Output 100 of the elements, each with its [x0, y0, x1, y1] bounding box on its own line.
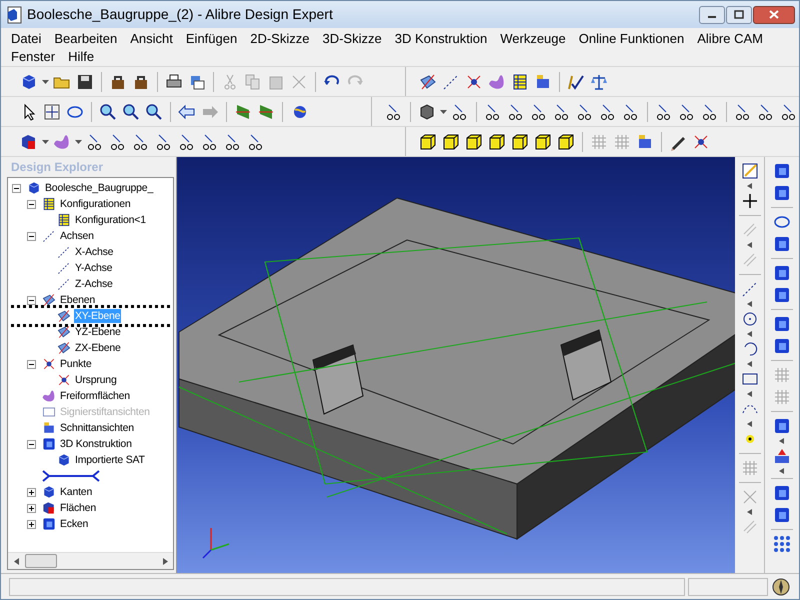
view-cube-icon[interactable]: [418, 132, 438, 152]
dashed-line-icon[interactable]: [56, 244, 72, 260]
dashed-line-icon[interactable]: [56, 276, 72, 292]
menu-item[interactable]: Ansicht: [130, 30, 173, 48]
tree-item[interactable]: Importierte SAT: [74, 453, 146, 467]
3d-viewport[interactable]: [177, 157, 735, 573]
tree-item[interactable]: Konfigurationen: [59, 197, 132, 211]
view-cube-icon[interactable]: [441, 132, 461, 152]
collapse-icon[interactable]: [27, 200, 36, 208]
tree-item[interactable]: Flächen: [59, 501, 97, 515]
tree-item[interactable]: Ecken: [59, 517, 90, 531]
maximize-button[interactable]: [726, 6, 752, 24]
dropdown-caret-icon[interactable]: [746, 361, 752, 367]
dropdown-caret-icon[interactable]: [779, 438, 785, 444]
tree-item[interactable]: Kanten: [59, 485, 94, 499]
dropdown-caret-icon[interactable]: [746, 301, 752, 307]
menu-item[interactable]: Bearbeiten: [54, 30, 118, 48]
tree-item[interactable]: Punkte: [59, 357, 92, 371]
cube-icon[interactable]: [26, 180, 42, 196]
solid-box-icon[interactable]: [772, 285, 792, 305]
dropdown-caret-icon[interactable]: [779, 468, 785, 474]
dropdown-caret-icon[interactable]: [42, 80, 49, 84]
dropdown-caret-icon[interactable]: [746, 391, 752, 397]
cube-icon[interactable]: [41, 484, 57, 500]
sketch-icon[interactable]: [740, 161, 760, 181]
tree-item[interactable]: 3D Konstruktion: [59, 437, 133, 451]
plane-icon[interactable]: [56, 308, 72, 324]
minimize-button[interactable]: [699, 6, 725, 24]
menu-item[interactable]: Datei: [11, 30, 42, 48]
menu-item[interactable]: 3D-Skizze: [322, 30, 382, 48]
solid-box-icon[interactable]: [772, 336, 792, 356]
point-icon[interactable]: [56, 372, 72, 388]
dropdown-caret-icon[interactable]: [746, 509, 752, 515]
solid-box-icon[interactable]: [772, 263, 792, 283]
dropdown-caret-icon[interactable]: [746, 242, 752, 248]
tree-item[interactable]: Y-Achse: [74, 261, 114, 275]
plane-icon[interactable]: [41, 292, 57, 308]
menu-item[interactable]: Einfügen: [186, 30, 238, 48]
expand-icon[interactable]: [27, 520, 36, 528]
view-cube-icon[interactable]: [464, 132, 484, 152]
menu-item[interactable]: 3D Konstruktion: [394, 30, 488, 48]
magnifier-icon[interactable]: [98, 102, 118, 122]
dashed-line-icon[interactable]: [56, 260, 72, 276]
solid-box-icon[interactable]: [41, 516, 57, 532]
dropdown-caret-icon[interactable]: [746, 421, 752, 427]
point-icon[interactable]: [41, 356, 57, 372]
solid-box-icon[interactable]: [772, 416, 792, 436]
magnifier-icon[interactable]: [144, 102, 164, 122]
tree-item[interactable]: Achsen: [59, 229, 95, 243]
solid-box-icon[interactable]: [772, 183, 792, 203]
solid-box-icon[interactable]: [772, 161, 792, 181]
dropdown-caret-icon[interactable]: [42, 140, 49, 144]
tree-item[interactable]: X-Achse: [74, 245, 114, 259]
dropdown-caret-icon[interactable]: [440, 110, 447, 114]
tree-item[interactable]: Freiformflächen: [59, 389, 131, 403]
view-cube-icon[interactable]: [533, 132, 553, 152]
tree-item[interactable]: Ebenen: [59, 293, 96, 307]
section-view-icon[interactable]: [41, 420, 57, 436]
solid-box-icon[interactable]: [772, 314, 792, 334]
collapse-icon[interactable]: [27, 232, 36, 240]
menu-item[interactable]: Hilfe: [68, 48, 94, 66]
tree-item[interactable]: Schnittansichten: [59, 421, 135, 435]
expand-icon[interactable]: [27, 504, 36, 512]
menu-item[interactable]: Online Funktionen: [578, 30, 684, 48]
dropdown-caret-icon[interactable]: [75, 140, 82, 144]
scrollbar-thumb[interactable]: [25, 554, 57, 568]
tree-item[interactable]: Ursprung: [74, 373, 118, 387]
cube-icon[interactable]: [41, 500, 57, 516]
solid-box-icon[interactable]: [772, 234, 792, 254]
pan-icon[interactable]: [42, 102, 62, 122]
collapse-icon[interactable]: [12, 184, 21, 192]
close-button[interactable]: [753, 6, 795, 24]
tree-item[interactable]: YZ-Ebene: [74, 325, 122, 339]
dropdown-caret-icon[interactable]: [746, 183, 752, 189]
menu-item[interactable]: 2D-Skizze: [250, 30, 310, 48]
solid-box-icon[interactable]: [41, 436, 57, 452]
expand-icon[interactable]: [27, 488, 36, 496]
collapse-icon[interactable]: [27, 440, 36, 448]
table-icon[interactable]: [56, 212, 72, 228]
dot-grid-icon[interactable]: [772, 534, 792, 554]
solid-box-icon[interactable]: [772, 483, 792, 503]
plane-icon[interactable]: [56, 340, 72, 356]
tree-item[interactable]: ZX-Ebene: [74, 341, 122, 355]
tree-item[interactable]: Boolesche_Baugruppe_: [44, 181, 154, 195]
magnifier-icon[interactable]: [121, 102, 141, 122]
freeform-surface-icon[interactable]: [41, 388, 57, 404]
table-icon[interactable]: [41, 196, 57, 212]
menu-item[interactable]: Fenster: [11, 48, 56, 66]
plane-icon[interactable]: [56, 324, 72, 340]
tree-item[interactable]: Z-Achse: [74, 277, 114, 291]
cube-icon[interactable]: [56, 452, 72, 468]
collapse-icon[interactable]: [27, 296, 36, 304]
collapse-icon[interactable]: [27, 360, 36, 368]
dashed-line-icon[interactable]: [41, 228, 57, 244]
menu-item[interactable]: Werkzeuge: [500, 30, 566, 48]
solid-box-icon[interactable]: [772, 505, 792, 525]
sketch-line-icon[interactable]: [41, 469, 101, 483]
view-cube-icon[interactable]: [556, 132, 576, 152]
menu-item[interactable]: Alibre CAM: [697, 30, 763, 48]
view-cube-icon[interactable]: [510, 132, 530, 152]
